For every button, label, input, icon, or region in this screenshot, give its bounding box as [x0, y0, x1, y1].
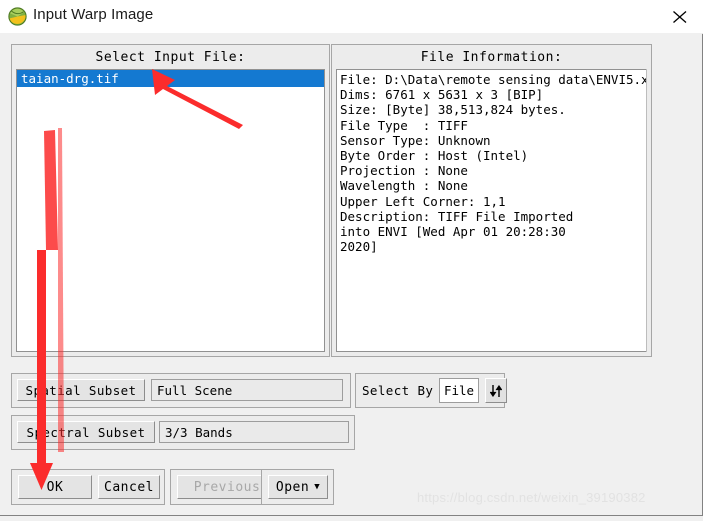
open-group: Open ▼ — [261, 469, 334, 505]
spatial-subset-button[interactable]: Spatial Subset — [17, 379, 145, 401]
select-input-file-panel: Select Input File: taian-drg.tif — [11, 44, 330, 357]
cancel-button[interactable]: Cancel — [98, 475, 160, 499]
file-info-line: File: D:\Data\remote sensing data\ENVI5.… — [340, 72, 647, 87]
select-by-row: Select By File — [355, 373, 507, 408]
file-info-line: Projection : None — [340, 163, 468, 179]
list-item[interactable]: taian-drg.tif — [17, 70, 324, 87]
file-info-line: Sensor Type: Unknown — [340, 132, 491, 148]
spatial-subset-row: Spatial Subset Full Scene — [11, 373, 351, 408]
spectral-subset-row: Spectral Subset 3/3 Bands — [11, 415, 355, 450]
chevron-down-icon: ▼ — [314, 481, 321, 492]
page-title: Input Warp Image — [33, 6, 154, 23]
file-info-line: Description: TIFF File Imported — [340, 208, 574, 224]
spatial-subset-value[interactable]: Full Scene — [151, 379, 343, 401]
dialog-body: Select Input File: taian-drg.tif File In… — [0, 33, 702, 515]
close-icon[interactable] — [657, 0, 703, 32]
file-info-line: Byte Order : Host (Intel) — [340, 148, 529, 164]
ok-cancel-group: OK Cancel — [11, 469, 165, 505]
select-by-label: Select By — [362, 383, 434, 398]
file-info-line: Size: [Byte] 38,513,824 bytes. — [340, 102, 566, 118]
up-down-arrows-icon[interactable] — [485, 378, 507, 403]
select-by-value[interactable]: File — [439, 378, 479, 403]
open-button-label: Open — [275, 479, 310, 495]
file-info-line: Upper Left Corner: 1,1 — [340, 193, 506, 209]
spectral-subset-button[interactable]: Spectral Subset — [17, 421, 155, 443]
spectral-subset-value[interactable]: 3/3 Bands — [159, 421, 349, 443]
open-button[interactable]: Open ▼ — [268, 475, 328, 499]
file-info-line: 2020] — [340, 239, 378, 255]
file-info-line: Wavelength : None — [340, 178, 468, 194]
input-warp-image-dialog: Input Warp Image Select Input File: taia… — [0, 0, 703, 516]
file-info-line: File Type : TIFF — [340, 117, 468, 133]
file-information-scrollbar[interactable] — [646, 69, 649, 352]
file-information-text: File: D:\Data\remote sensing data\ENVI5.… — [336, 69, 647, 352]
input-file-list[interactable]: taian-drg.tif — [16, 69, 325, 352]
file-info-line: Dims: 6761 x 5631 x 3 [BIP] — [340, 87, 544, 103]
file-information-title: File Information: — [420, 50, 563, 65]
envi-globe-icon — [8, 7, 27, 26]
ok-button[interactable]: OK — [18, 475, 92, 499]
file-info-line: into ENVI [Wed Apr 01 20:28:30 — [340, 224, 566, 240]
select-input-file-title: Select Input File: — [95, 50, 246, 65]
file-information-panel: File Information: File: D:\Data\remote s… — [331, 44, 652, 357]
watermark-text: https://blog.csdn.net/weixin_39190382 — [417, 490, 646, 505]
title-bar: Input Warp Image — [0, 0, 703, 34]
